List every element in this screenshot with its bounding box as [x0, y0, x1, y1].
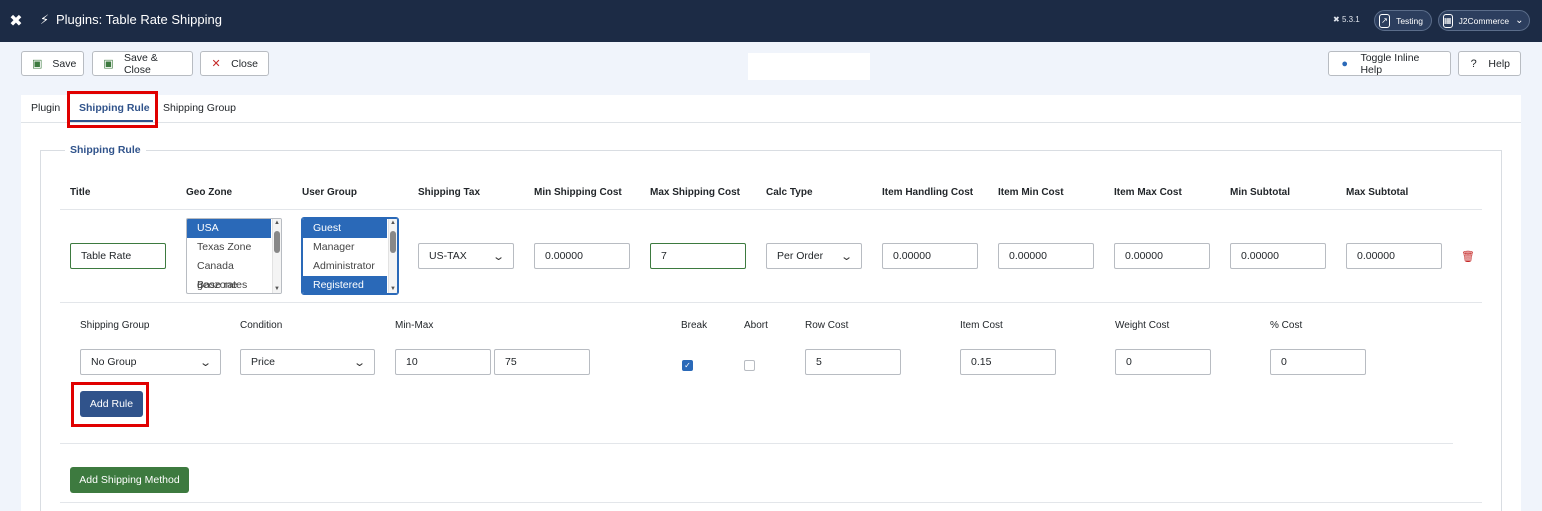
main-card: Plugin Shipping Rule Shipping Group Ship…	[21, 91, 1521, 511]
header-item-handling-cost: Item Handling Cost	[882, 187, 974, 198]
divider	[60, 502, 1482, 503]
tab-shipping-group[interactable]: Shipping Group	[163, 102, 236, 114]
divider	[60, 209, 1482, 210]
header-user-group: User Group	[302, 187, 358, 198]
abort-checkbox[interactable]	[744, 360, 755, 371]
toggle-inline-help-button[interactable]: ● Toggle Inline Help	[1328, 51, 1451, 76]
min-shipping-cost-input[interactable]: 0.00000	[534, 243, 630, 269]
chevron-down-icon: ⌄	[1515, 15, 1524, 26]
save-icon: ▣	[32, 58, 43, 70]
user-group-option[interactable]: Administrator	[303, 257, 387, 276]
geo-zone-option[interactable]: Texas Zone	[187, 238, 271, 257]
header-shipping-group: Shipping Group	[80, 320, 150, 331]
user-group-option[interactable]: Manager	[303, 238, 387, 257]
condition-select[interactable]: Price ⌄	[240, 349, 375, 375]
close-button[interactable]: ✕ Close	[200, 51, 269, 76]
header-break: Break	[681, 320, 708, 331]
header-abort: Abort	[744, 320, 768, 331]
save-button[interactable]: ▣ Save	[21, 51, 84, 76]
header-max-subtotal: Max Subtotal	[1346, 187, 1409, 198]
header-shipping-tax: Shipping Tax	[418, 187, 481, 198]
save-close-button[interactable]: ▣ Save & Close	[92, 51, 193, 76]
version-label: ✖ 5.3.1	[1333, 15, 1360, 24]
calc-type-select[interactable]: Per Order ⌄	[766, 243, 862, 269]
plug-icon: ⚡	[40, 12, 50, 27]
geo-zone-multiselect[interactable]: USA Texas Zone Canada geozone Base rates…	[186, 218, 282, 294]
header-row-cost: Row Cost	[805, 320, 849, 331]
tab-bar: Plugin Shipping Rule Shipping Group	[21, 95, 1521, 123]
user-menu-label: J2Commerce	[1458, 15, 1510, 26]
header-item-cost: Item Cost	[960, 320, 1003, 331]
save-icon: ▣	[103, 58, 114, 70]
tab-plugin[interactable]: Plugin	[31, 102, 60, 114]
geo-zone-option[interactable]: Canada geozone	[187, 257, 271, 291]
item-min-cost-input[interactable]: 0.00000	[998, 243, 1094, 269]
item-handling-cost-input[interactable]: 0.00000	[882, 243, 978, 269]
user-group-option[interactable]: Registered	[303, 276, 387, 293]
user-group-option[interactable]: Guest	[303, 219, 387, 238]
header-calc-type: Calc Type	[766, 187, 813, 198]
max-subtotal-input[interactable]: 0.00000	[1346, 243, 1442, 269]
add-shipping-method-button[interactable]: Add Shipping Method	[70, 467, 189, 493]
user-group-multiselect[interactable]: Guest Manager Administrator Registered ▲…	[301, 217, 399, 295]
row-cost-input[interactable]: 5	[805, 349, 901, 375]
weight-cost-input[interactable]: 0	[1115, 349, 1211, 375]
chevron-down-icon: ⌄	[839, 250, 853, 263]
max-input[interactable]: 75	[494, 349, 590, 375]
divider	[60, 302, 1482, 303]
shipping-group-select[interactable]: No Group ⌄	[80, 349, 221, 375]
min-subtotal-input[interactable]: 0.00000	[1230, 243, 1326, 269]
help-button[interactable]: ? Help	[1458, 51, 1521, 76]
header-condition: Condition	[240, 320, 283, 331]
question-icon: ?	[1470, 57, 1477, 70]
header-weight-cost: Weight Cost	[1115, 320, 1170, 331]
divider	[60, 443, 1453, 444]
grid-icon: ▦	[1443, 13, 1453, 28]
header-min-max: Min-Max	[395, 320, 434, 331]
shipping-tax-select[interactable]: US-TAX ⌄	[418, 243, 514, 269]
header-title: Title	[70, 187, 91, 198]
site-link-button[interactable]: ↗ Testing	[1374, 10, 1432, 31]
geo-zone-option[interactable]: Base rates	[187, 276, 271, 293]
site-link-label: Testing	[1396, 15, 1423, 26]
joomla-logo-icon[interactable]: ✖	[0, 0, 32, 42]
scrollbar[interactable]: ▲ ▼	[388, 219, 397, 293]
header-min-shipping-cost: Min Shipping Cost	[534, 187, 622, 198]
highlight-box	[71, 382, 149, 427]
help-circle-icon: ●	[1341, 57, 1349, 70]
user-menu-button[interactable]: ▦ J2Commerce ⌄	[1438, 10, 1530, 31]
header-min-subtotal: Min Subtotal	[1230, 187, 1290, 198]
header-max-shipping-cost: Max Shipping Cost	[650, 187, 740, 198]
break-checkbox[interactable]: ✓	[682, 360, 693, 371]
chevron-down-icon: ⌄	[198, 356, 212, 369]
header-geo-zone: Geo Zone	[186, 187, 233, 198]
scrollbar[interactable]: ▲ ▼	[272, 219, 281, 293]
geo-zone-option[interactable]: USA	[187, 219, 271, 238]
item-max-cost-input[interactable]: 0.00000	[1114, 243, 1210, 269]
title-input[interactable]: Table Rate	[70, 243, 166, 269]
external-link-icon: ↗	[1379, 13, 1391, 28]
max-shipping-cost-input[interactable]: 7	[650, 243, 746, 269]
toolbar-spacer	[748, 53, 870, 80]
chevron-down-icon: ⌄	[352, 356, 366, 369]
item-cost-input[interactable]: 0.15	[960, 349, 1056, 375]
trash-icon[interactable]: 🗑	[1461, 250, 1475, 263]
chevron-down-icon: ⌄	[491, 250, 505, 263]
fieldset-legend: Shipping Rule	[65, 144, 146, 156]
top-bar: ✖ ⚡ Plugins: Table Rate Shipping ✖ 5.3.1…	[0, 0, 1542, 42]
percent-cost-input[interactable]: 0	[1270, 349, 1366, 375]
header-percent-cost: % Cost	[1270, 320, 1303, 331]
min-input[interactable]: 10	[395, 349, 491, 375]
page-title: Plugins: Table Rate Shipping	[56, 12, 222, 27]
header-item-max-cost: Item Max Cost	[1114, 187, 1182, 198]
highlight-box	[67, 91, 158, 128]
header-item-min-cost: Item Min Cost	[998, 187, 1064, 198]
close-icon: ✕	[211, 58, 221, 70]
